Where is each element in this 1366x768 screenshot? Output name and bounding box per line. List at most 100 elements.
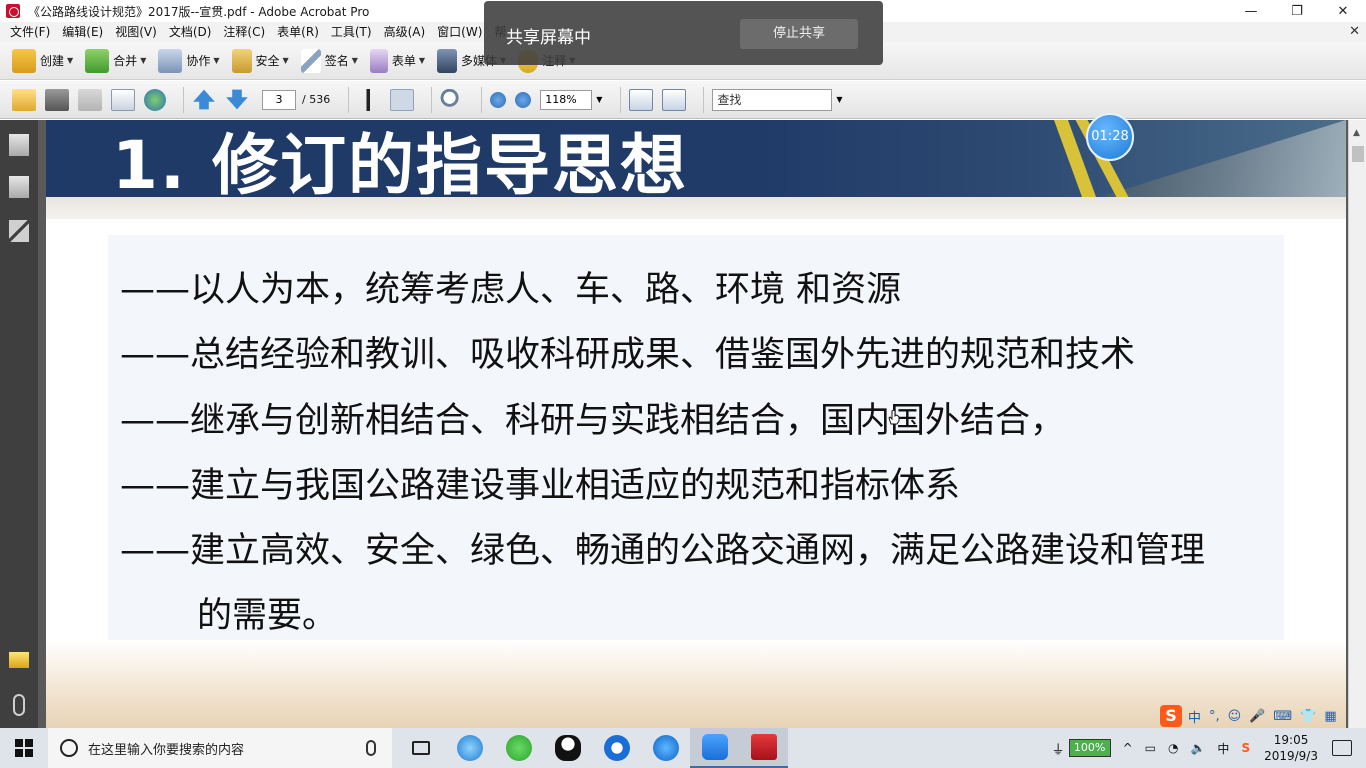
menu-comments[interactable]: 注释(C) xyxy=(217,22,271,42)
sogou-browser-icon xyxy=(603,735,630,761)
menu-forms[interactable]: 表单(R) xyxy=(271,22,325,42)
pages-icon[interactable] xyxy=(9,134,29,156)
globe-icon[interactable] xyxy=(144,88,166,111)
sign-button[interactable]: 签名 ▼ xyxy=(300,46,358,76)
minimize-button[interactable]: — xyxy=(1228,0,1274,22)
ime-emoji-icon[interactable]: ☺ xyxy=(1228,709,1242,724)
lock-icon xyxy=(231,48,252,73)
zoom-in-icon[interactable] xyxy=(515,91,532,108)
banner-divider xyxy=(46,197,1346,219)
close-button[interactable]: ✕ xyxy=(1320,0,1366,22)
scroll-up-icon[interactable]: ▲ xyxy=(1353,128,1360,138)
windows-icon xyxy=(15,739,33,757)
taskbar-wechat[interactable] xyxy=(494,728,543,768)
ime-punctuation-icon[interactable]: °, xyxy=(1209,709,1220,724)
marquee-zoom-icon[interactable] xyxy=(440,88,465,111)
network-icon[interactable]: ◔ xyxy=(1168,741,1178,755)
attachments-icon[interactable] xyxy=(13,694,25,716)
input-language[interactable]: 中 xyxy=(1217,740,1229,757)
combine-button[interactable]: 合并 ▼ xyxy=(85,46,146,76)
fit-width-icon[interactable] xyxy=(629,88,654,111)
taskbar-acrobat[interactable] xyxy=(739,728,788,768)
chevron-down-icon[interactable]: ▼ xyxy=(596,95,602,104)
hand-tool-icon[interactable] xyxy=(390,88,415,111)
action-center-icon[interactable] xyxy=(1332,740,1352,756)
share-status: 共享屏幕中 xyxy=(506,28,591,48)
taskbar-edge[interactable] xyxy=(641,728,690,768)
document-view[interactable]: 1. 修订的指导思想 ——以人为本，统筹考虑人、车、路、环境 和资源 ——总结经… xyxy=(38,120,1348,728)
toolbar-separator xyxy=(481,86,483,113)
scroll-thumb[interactable] xyxy=(1352,146,1364,162)
maximize-button[interactable]: ❐ xyxy=(1274,0,1320,22)
signatures-icon[interactable] xyxy=(9,220,29,242)
email-icon[interactable] xyxy=(111,88,135,111)
volume-muted-icon[interactable]: 🔈 xyxy=(1190,741,1205,755)
microphone-icon[interactable] xyxy=(366,740,376,756)
start-button[interactable] xyxy=(0,728,48,768)
taskbar-sogou-browser[interactable] xyxy=(592,728,641,768)
open-folder-icon[interactable] xyxy=(12,88,36,111)
print-icon[interactable] xyxy=(45,88,69,111)
bookmarks-icon[interactable] xyxy=(9,176,29,198)
taskbar-ie[interactable] xyxy=(445,728,494,768)
page-down-icon[interactable] xyxy=(226,89,248,110)
sogou-logo-icon[interactable]: S xyxy=(1160,705,1182,727)
page-up-icon[interactable] xyxy=(193,89,215,110)
toolbar-separator xyxy=(703,86,705,113)
menu-tools[interactable]: 工具(T) xyxy=(325,22,378,42)
menu-edit[interactable]: 编辑(E) xyxy=(56,22,109,42)
collaborate-button[interactable]: 协作 ▼ xyxy=(158,46,220,76)
save-icon[interactable] xyxy=(78,88,102,111)
slide-heading: 1. 修订的指导思想 xyxy=(112,127,688,197)
menu-window[interactable]: 窗口(W) xyxy=(431,22,488,42)
chevron-down-icon: ▼ xyxy=(282,56,289,65)
ime-toolbox-icon[interactable]: ▦ xyxy=(1324,709,1336,724)
combine-label: 合并 xyxy=(113,54,138,68)
select-text-icon[interactable] xyxy=(357,88,382,111)
taskbar-qq[interactable] xyxy=(543,728,592,768)
menu-file[interactable]: 文件(F) xyxy=(4,22,56,42)
task-view-button[interactable] xyxy=(396,728,445,768)
find-input[interactable]: 查找 xyxy=(712,88,833,111)
hand-cursor-icon xyxy=(888,409,900,425)
zoom-out-icon[interactable] xyxy=(490,91,507,108)
chevron-down-icon[interactable]: ▼ xyxy=(836,95,842,104)
navigation-panel xyxy=(0,120,38,728)
chevron-down-icon: ▼ xyxy=(418,56,426,65)
chevron-down-icon: ▼ xyxy=(67,56,74,65)
menu-view[interactable]: 视图(V) xyxy=(109,22,163,42)
toolbar-separator xyxy=(348,86,350,113)
zoom-level-field[interactable]: 118% xyxy=(540,89,593,110)
menu-advanced[interactable]: 高级(A) xyxy=(378,22,432,42)
recording-timer[interactable]: 01:28 xyxy=(1086,113,1134,161)
ime-voice-icon[interactable]: 🎤 xyxy=(1249,709,1265,724)
sogou-tray-icon[interactable]: S xyxy=(1241,741,1250,755)
ime-keyboard-icon[interactable]: ⌨ xyxy=(1273,709,1292,724)
forms-button[interactable]: 表单 ▼ xyxy=(369,46,426,76)
ime-skin-icon[interactable]: 👕 xyxy=(1300,709,1316,724)
battery-level: 100% xyxy=(1068,739,1111,757)
show-hidden-icons[interactable]: ^ xyxy=(1123,741,1133,755)
comments-icon[interactable] xyxy=(9,652,29,668)
slide-footer-image xyxy=(46,640,1346,728)
battery-indicator[interactable]: ⏚ 100% xyxy=(1052,739,1111,758)
clock[interactable]: 19:05 2019/9/3 xyxy=(1264,732,1318,764)
page-number-input[interactable]: 3 xyxy=(262,89,296,110)
create-button[interactable]: 创建 ▼ xyxy=(12,46,73,76)
wechat-icon xyxy=(505,735,532,761)
document-close-icon[interactable]: ✕ xyxy=(1349,24,1360,39)
fit-page-icon[interactable] xyxy=(662,88,687,111)
bullet-line-continuation: 的需要。 xyxy=(197,596,338,636)
vertical-scrollbar[interactable]: ▲ xyxy=(1348,120,1366,728)
sign-label: 签名 xyxy=(324,54,349,68)
taskbar-search[interactable]: 在这里输入你要搜索的内容 xyxy=(48,728,392,768)
device-icon[interactable]: ▭ xyxy=(1145,741,1156,755)
secure-label: 安全 xyxy=(255,54,280,68)
menu-document[interactable]: 文档(D) xyxy=(163,22,218,42)
secure-button[interactable]: 安全 ▼ xyxy=(231,46,289,76)
stop-sharing-button[interactable]: 停止共享 xyxy=(740,19,858,49)
screen: 《公路路线设计规范》2017版--宣贯.pdf - Adobe Acrobat … xyxy=(0,0,1366,768)
clock-date: 2019/9/3 xyxy=(1264,749,1318,763)
taskbar-feishu[interactable] xyxy=(690,728,739,768)
ime-chinese-mode[interactable]: 中 xyxy=(1188,707,1201,726)
